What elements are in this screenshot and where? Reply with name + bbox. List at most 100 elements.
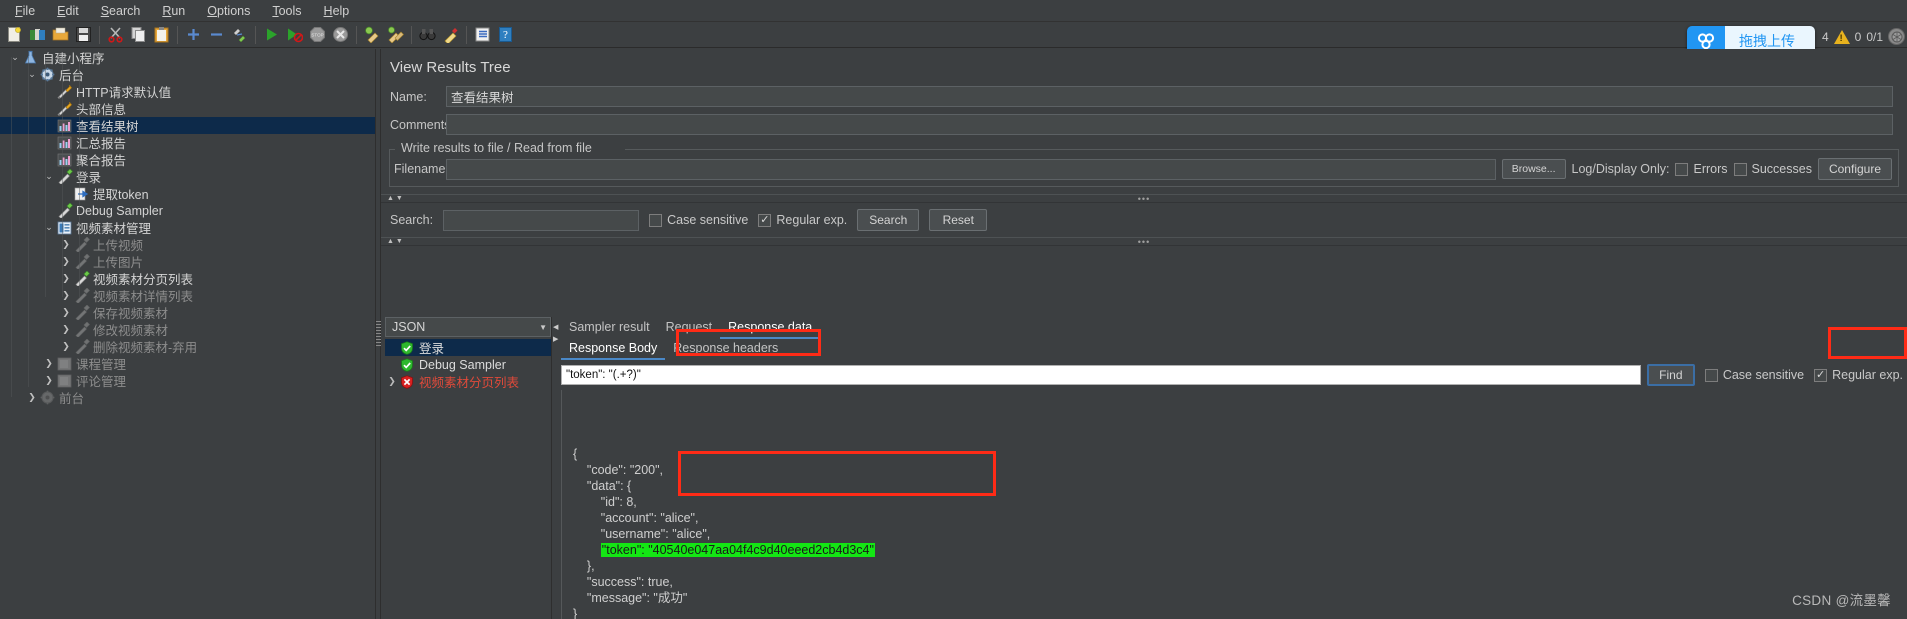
clear-broom-icon[interactable] bbox=[362, 24, 383, 45]
divider-above-search[interactable]: ▲▼ ••• bbox=[381, 194, 1907, 204]
cut-scissors-icon[interactable] bbox=[105, 24, 126, 45]
detail-tab[interactable]: Response data bbox=[720, 318, 821, 339]
menu-options[interactable]: Options bbox=[196, 2, 261, 20]
chevron-right-icon[interactable]: ❯ bbox=[385, 376, 399, 387]
search-input[interactable] bbox=[443, 209, 640, 231]
function-helper-icon[interactable] bbox=[472, 24, 493, 45]
reset-button[interactable]: Reset bbox=[929, 209, 988, 231]
result-item[interactable]: Debug Sampler bbox=[385, 356, 551, 373]
tree-item[interactable]: ⌄ 自建小程序 bbox=[0, 49, 375, 66]
menu-tools[interactable]: Tools bbox=[261, 2, 312, 20]
comments-input[interactable] bbox=[446, 114, 1893, 135]
menu-search[interactable]: Search bbox=[90, 2, 152, 20]
search-binoculars-icon[interactable] bbox=[417, 24, 438, 45]
tree-item[interactable]: 头部信息 bbox=[0, 100, 375, 117]
copy-icon[interactable] bbox=[128, 24, 149, 45]
find-case-sensitive-checkbox[interactable]: Case sensitive bbox=[1704, 368, 1804, 382]
tree-item[interactable]: 聚合报告 bbox=[0, 151, 375, 168]
chevron-right-icon[interactable]: ❯ bbox=[59, 256, 73, 267]
detail-tab[interactable]: Request bbox=[658, 318, 721, 339]
warning-triangle-icon[interactable] bbox=[1833, 29, 1850, 44]
result-item[interactable]: 登录 bbox=[385, 339, 551, 356]
response-subtab[interactable]: Response headers bbox=[665, 339, 786, 360]
tree-item[interactable]: ❯ 保存视频素材 bbox=[0, 304, 375, 321]
results-detail-splitter[interactable]: ◀ ▶ bbox=[551, 317, 559, 619]
chevron-right-icon[interactable]: ❯ bbox=[59, 273, 73, 284]
tree-item[interactable]: ❯ 评论管理 bbox=[0, 372, 375, 389]
response-body-text[interactable]: { "code": "200", "data": { "id": 8, "acc… bbox=[559, 390, 1907, 619]
splitter-collapse-left-icon[interactable]: ◀ bbox=[553, 323, 558, 331]
tree-item[interactable]: ❯ 视频素材分页列表 bbox=[0, 270, 375, 287]
find-regular-exp-checkbox[interactable]: ✓ Regular exp. bbox=[1814, 368, 1903, 382]
renderer-combo[interactable]: JSON ▼ bbox=[385, 317, 551, 337]
tree-item[interactable]: ❯ 上传图片 bbox=[0, 253, 375, 270]
find-button[interactable]: Find bbox=[1646, 364, 1695, 386]
tree-item[interactable]: ❯ 上传视频 bbox=[0, 236, 375, 253]
chevron-down-icon[interactable]: ⌄ bbox=[25, 69, 39, 80]
json-line: "message": "成功" bbox=[573, 590, 688, 605]
save-icon[interactable] bbox=[73, 24, 94, 45]
chevron-down-icon[interactable]: ⌄ bbox=[42, 171, 56, 182]
chevron-right-icon[interactable]: ❯ bbox=[42, 358, 56, 369]
tree-item[interactable]: Debug Sampler bbox=[0, 202, 375, 219]
chevron-right-icon[interactable]: ❯ bbox=[59, 239, 73, 250]
menu-run[interactable]: Run bbox=[151, 2, 196, 20]
splitter-collapse-right-icon[interactable]: ▶ bbox=[553, 335, 558, 343]
tree-item[interactable]: ⌄ 登录 bbox=[0, 168, 375, 185]
chevron-down-icon[interactable]: ⌄ bbox=[8, 52, 22, 63]
search-button[interactable]: Search bbox=[857, 209, 920, 231]
start-play-icon[interactable] bbox=[261, 24, 282, 45]
chevron-right-icon[interactable]: ❯ bbox=[59, 307, 73, 318]
paste-clipboard-icon[interactable] bbox=[151, 24, 172, 45]
help-question-icon[interactable]: ? bbox=[495, 24, 516, 45]
errors-checkbox[interactable]: Errors bbox=[1675, 162, 1728, 176]
search-case-sensitive-checkbox[interactable]: Case sensitive bbox=[649, 213, 748, 227]
chevron-right-icon[interactable]: ❯ bbox=[59, 341, 73, 352]
menu-file[interactable]: File bbox=[4, 2, 46, 20]
divider-below-search[interactable]: ▲▼ ••• bbox=[381, 237, 1907, 247]
chevron-right-icon[interactable]: ❯ bbox=[42, 375, 56, 386]
search-regular-exp-checkbox[interactable]: ✓ Regular exp. bbox=[758, 213, 847, 227]
tree-item[interactable]: 查看结果树 bbox=[0, 117, 375, 134]
tree-item[interactable]: ❯ 课程管理 bbox=[0, 355, 375, 372]
open-folder-icon[interactable] bbox=[50, 24, 71, 45]
menu-help[interactable]: Help bbox=[313, 2, 361, 20]
templates-icon[interactable] bbox=[27, 24, 48, 45]
tree-item[interactable]: ❯ 修改视频素材 bbox=[0, 321, 375, 338]
tree-item[interactable]: HTTP请求默认值 bbox=[0, 83, 375, 100]
new-icon[interactable] bbox=[4, 24, 25, 45]
expand-plus-icon[interactable] bbox=[183, 24, 204, 45]
search-reset-broom-icon[interactable] bbox=[440, 24, 461, 45]
chevron-right-icon[interactable]: ❯ bbox=[25, 392, 39, 403]
find-input[interactable] bbox=[561, 365, 1641, 385]
chevron-down-icon[interactable]: ⌄ bbox=[42, 222, 56, 233]
chevron-right-icon[interactable]: ❯ bbox=[59, 324, 73, 335]
toggle-pencil-icon[interactable] bbox=[229, 24, 250, 45]
response-subtab[interactable]: Response Body bbox=[561, 339, 666, 360]
clear-all-broom-icon[interactable] bbox=[385, 24, 406, 45]
divider2-arrows-icon[interactable]: ▲▼ bbox=[387, 238, 405, 245]
result-item[interactable]: ❯ 视频素材分页列表 bbox=[385, 373, 551, 390]
menu-edit[interactable]: Edit bbox=[46, 2, 90, 20]
tree-item[interactable]: ⌄ 后台 bbox=[0, 66, 375, 83]
tree-item[interactable]: ❯ 删除视频素材-弃用 bbox=[0, 338, 375, 355]
name-input[interactable] bbox=[446, 86, 1893, 107]
stop-icon[interactable]: STOP bbox=[307, 24, 328, 45]
test-plan-tree[interactable]: ⌄ 自建小程序 ⌄ 后台 HTTP请求默认值 头部信息 查看结果树 汇总报告 聚合报告 ⌄ 登录 提取… bbox=[0, 49, 375, 619]
tree-item[interactable]: ❯ 前台 bbox=[0, 389, 375, 406]
chevron-right-icon[interactable]: ❯ bbox=[59, 290, 73, 301]
thread-status-icon[interactable] bbox=[1888, 28, 1905, 45]
tree-item[interactable]: ⌄ 视频素材管理 bbox=[0, 219, 375, 236]
divider-arrows-icon[interactable]: ▲▼ bbox=[387, 195, 405, 202]
tree-item[interactable]: 汇总报告 bbox=[0, 134, 375, 151]
start-no-pauses-icon[interactable] bbox=[284, 24, 305, 45]
shutdown-icon[interactable] bbox=[330, 24, 351, 45]
configure-button[interactable]: Configure bbox=[1817, 158, 1892, 180]
tree-item[interactable]: ❯ 视频素材详情列表 bbox=[0, 287, 375, 304]
successes-checkbox[interactable]: Successes bbox=[1733, 162, 1812, 176]
browse-button[interactable]: Browse... bbox=[1501, 159, 1566, 179]
collapse-minus-icon[interactable] bbox=[206, 24, 227, 45]
detail-tab[interactable]: Sampler result bbox=[561, 318, 658, 339]
filename-input[interactable] bbox=[446, 158, 1496, 180]
tree-item[interactable]: 提取token bbox=[0, 185, 375, 202]
